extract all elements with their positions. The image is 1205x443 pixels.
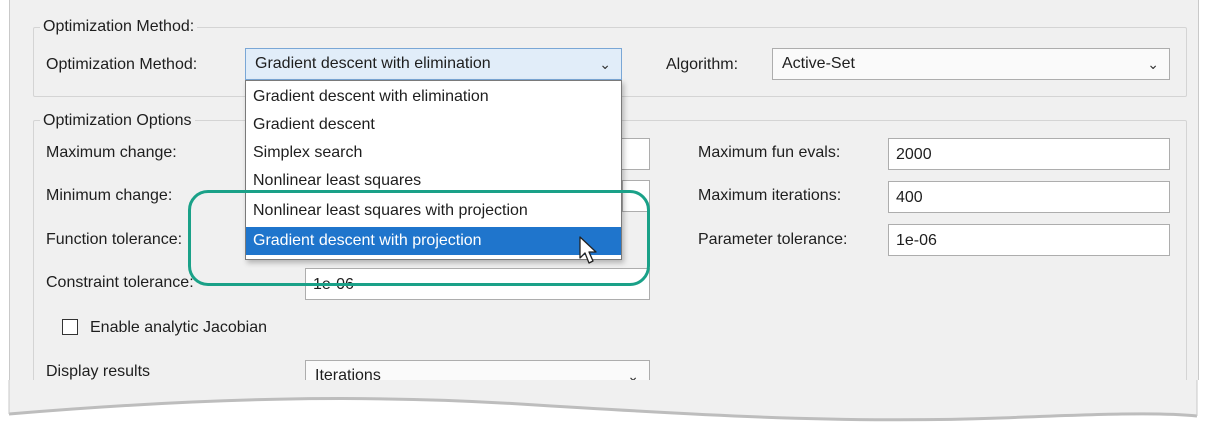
- min-change-label: Minimum change:: [46, 187, 173, 204]
- optimization-method-value: Gradient descent with elimination: [255, 55, 491, 72]
- algorithm-label: Algorithm:: [666, 56, 739, 73]
- constraint-tolerance-label: Constraint tolerance:: [46, 274, 194, 291]
- parameter-tolerance-label: Parameter tolerance:: [698, 231, 848, 248]
- max-fun-evals-field[interactable]: 2000: [888, 138, 1170, 170]
- chevron-down-icon: ⌄: [599, 56, 611, 72]
- parameter-tolerance-field[interactable]: 1e-06: [888, 224, 1170, 256]
- algorithm-select[interactable]: Active-Set ⌄: [772, 48, 1170, 80]
- mouse-cursor-icon: [579, 236, 597, 264]
- max-change-label: Maximum change:: [46, 144, 177, 161]
- optimization-method-legend: Optimization Method:: [40, 18, 198, 36]
- max-iterations-label: Maximum iterations:: [698, 187, 842, 204]
- display-results-label: Display results: [46, 363, 151, 380]
- optimization-method-label: Optimization Method:: [46, 56, 198, 73]
- dropdown-item[interactable]: Simplex search: [246, 139, 621, 167]
- function-tolerance-label: Function tolerance:: [46, 231, 183, 248]
- jacobian-checkbox[interactable]: [62, 319, 78, 335]
- optimization-options-legend: Optimization Options: [40, 112, 195, 130]
- max-fun-evals-label: Maximum fun evals:: [698, 144, 841, 161]
- dropdown-item[interactable]: Gradient descent: [246, 111, 621, 139]
- chevron-down-icon: ⌄: [1147, 56, 1159, 72]
- optimization-method-select[interactable]: Gradient descent with elimination ⌄: [245, 48, 622, 80]
- torn-edge-decoration: [0, 380, 1205, 443]
- jacobian-label: Enable analytic Jacobian: [90, 319, 268, 336]
- dropdown-item[interactable]: Gradient descent with elimination: [246, 83, 621, 111]
- algorithm-value: Active-Set: [782, 55, 855, 72]
- max-iterations-field[interactable]: 400: [888, 181, 1170, 213]
